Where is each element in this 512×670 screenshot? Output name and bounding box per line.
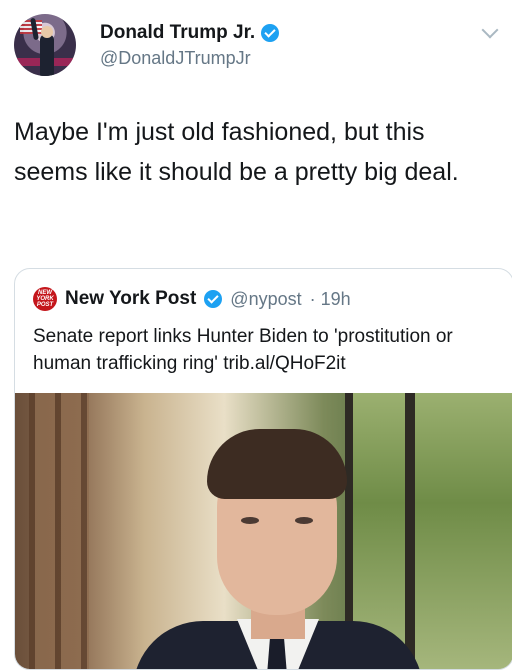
photo-window-frame (405, 393, 415, 669)
nypost-logo-icon: NEW YORK POST (33, 287, 57, 311)
quoted-author-name[interactable]: New York Post (65, 288, 196, 310)
photo-eye (295, 517, 313, 524)
author-name[interactable]: Donald Trump Jr. (100, 22, 255, 44)
quoted-tweet-card[interactable]: NEW YORK POST New York Post @nypost · 19… (14, 268, 512, 670)
photo-eye (241, 517, 259, 524)
author-avatar[interactable] (14, 14, 76, 76)
figure-body (40, 34, 54, 76)
author-name-row[interactable]: Donald Trump Jr. (100, 22, 280, 44)
quoted-media-image[interactable] (15, 393, 512, 669)
quoted-timestamp: · 19h (309, 288, 351, 309)
verified-badge-icon (261, 24, 280, 42)
quoted-text: Senate report links Hunter Biden to 'pro… (33, 326, 453, 374)
tweet-header: Donald Trump Jr. @DonaldJTrumpJr (14, 14, 499, 78)
chevron-down-icon[interactable] (481, 21, 499, 39)
quoted-handle[interactable]: @nypost (230, 289, 301, 310)
quoted-header: NEW YORK POST New York Post @nypost · 19… (33, 287, 351, 311)
figure-head (41, 26, 53, 38)
verified-badge-icon (204, 290, 223, 308)
author-handle[interactable]: @DonaldJTrumpJr (100, 48, 251, 69)
tweet-text: Maybe I'm just old fashioned, but this s… (14, 118, 459, 186)
photo-hair (207, 429, 347, 499)
photo-door (29, 393, 89, 669)
